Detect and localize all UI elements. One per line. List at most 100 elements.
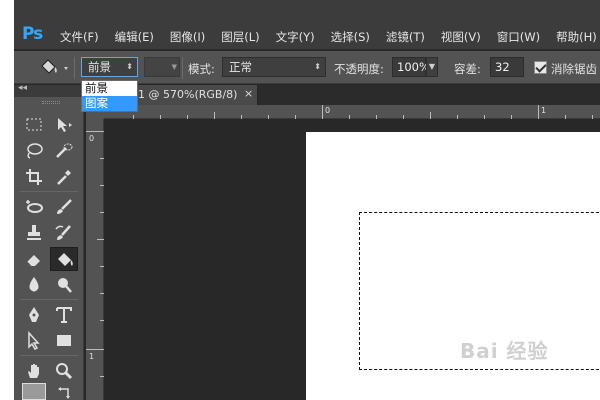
ruler-minor-tick	[133, 115, 134, 119]
tolerance-input[interactable]: 32	[490, 57, 524, 77]
quick-selection-tool[interactable]	[50, 139, 78, 163]
horizontal-ruler[interactable]: 01	[104, 105, 600, 119]
dropdown-item-foreground[interactable]: 前景	[82, 81, 137, 96]
ruler-major-tick	[86, 349, 104, 350]
ruler-minor-tick	[511, 115, 512, 119]
ruler-minor-tick	[376, 115, 377, 119]
eyedropper-icon	[57, 170, 71, 185]
ruler-minor-tick	[100, 185, 104, 186]
collapse-icon[interactable]: ◂◂	[18, 83, 27, 93]
menu-window[interactable]: 窗口(W)	[497, 29, 540, 45]
ruler-minor-tick	[100, 376, 104, 377]
move-icon	[58, 118, 72, 132]
zoom-tool[interactable]	[50, 359, 78, 383]
paint-bucket-tool[interactable]	[50, 247, 78, 271]
dodge-icon	[58, 278, 72, 293]
ruler-major-tick	[86, 131, 104, 132]
antialias-label: 消除锯齿	[551, 62, 597, 76]
menu-bar: Ps 文件(F) 编辑(E) 图像(I) 图层(L) 文字(Y) 选择(S) 滤…	[14, 0, 600, 50]
dropdown-item-pattern[interactable]: 图案	[82, 96, 137, 111]
ruler-minor-tick	[403, 115, 404, 119]
antialias-checkbox[interactable]	[534, 61, 547, 74]
menu-filter[interactable]: 滤镜(T)	[386, 29, 425, 45]
ps-logo: Ps	[22, 24, 43, 44]
ruler-minor-tick	[100, 158, 104, 159]
crop-tool[interactable]	[20, 165, 48, 189]
foreground-color-swatch[interactable]	[22, 383, 46, 400]
ruler-minor-tick	[97, 239, 104, 240]
ruler-minor-tick	[100, 293, 104, 294]
photoshop-window: Ps 文件(F) 编辑(E) 图像(I) 图层(L) 文字(Y) 选择(S) 滤…	[14, 0, 600, 400]
eraser-icon	[26, 255, 40, 267]
mode-select[interactable]: 正常 ⬍	[222, 57, 326, 77]
toolbox	[14, 97, 84, 400]
opacity-label: 不透明度:	[334, 62, 384, 76]
document-tab-bar: 1 @ 570%(RGB/8) ×	[86, 85, 600, 105]
menu-type[interactable]: 文字(Y)	[276, 29, 315, 45]
document-tab-title: 1 @ 570%(RGB/8)	[138, 88, 238, 101]
quick-selection-icon	[56, 143, 73, 158]
toolbox-grip[interactable]	[42, 101, 60, 104]
rectangle-tool[interactable]	[50, 329, 78, 353]
fill-source-select[interactable]: 前景 ⬍	[81, 57, 138, 77]
type-icon	[56, 307, 72, 323]
pen-icon	[29, 307, 39, 322]
hand-tool[interactable]	[20, 359, 48, 383]
marquee-tool[interactable]	[20, 113, 48, 137]
ruler-minor-tick	[349, 115, 350, 119]
menu-help[interactable]: 帮助(H)	[556, 29, 597, 45]
swap-colors-button[interactable]	[52, 383, 80, 400]
dodge-tool[interactable]	[50, 273, 78, 297]
fill-source-value: 前景	[88, 60, 111, 74]
clone-stamp-tool[interactable]	[20, 221, 48, 245]
blur-tool[interactable]	[20, 273, 48, 297]
ruler-minor-tick	[592, 115, 593, 119]
vertical-ruler[interactable]: 01	[86, 119, 104, 400]
menu-layer[interactable]: 图层(L)	[221, 29, 259, 45]
tool-preset-picker[interactable]	[36, 57, 74, 79]
pen-tool[interactable]	[20, 303, 48, 327]
ruler-label: 1	[89, 352, 95, 361]
menu-select[interactable]: 选择(S)	[331, 29, 370, 45]
watermark-text: Bai 经验	[460, 339, 549, 363]
toolbox-header[interactable]: ◂◂	[14, 83, 84, 97]
ruler-minor-tick	[484, 115, 485, 119]
ruler-minor-tick	[100, 212, 104, 213]
pattern-swatch[interactable]: ▼	[144, 57, 180, 77]
move-tool[interactable]	[50, 113, 78, 137]
toolbox-separator	[20, 191, 78, 192]
menu-edit[interactable]: 编辑(E)	[115, 29, 154, 45]
close-icon[interactable]: ×	[244, 87, 253, 100]
ruler-minor-tick	[100, 320, 104, 321]
lasso-tool[interactable]	[20, 139, 48, 163]
ruler-major-tick	[322, 105, 323, 119]
ruler-minor-tick	[214, 112, 215, 119]
opacity-input[interactable]: 100%	[392, 57, 430, 77]
brush-tool[interactable]	[50, 195, 78, 219]
ruler-major-tick	[538, 105, 539, 119]
hand-icon	[28, 364, 39, 378]
ruler-minor-tick	[565, 115, 566, 119]
opacity-dropdown-button[interactable]: ▼	[426, 57, 438, 77]
history-brush-tool[interactable]	[50, 221, 78, 245]
type-tool[interactable]	[50, 303, 78, 327]
menu-view[interactable]: 视图(V)	[441, 29, 481, 45]
spot-healing-tool[interactable]	[20, 195, 48, 219]
marquee-icon	[26, 118, 42, 131]
path-selection-tool[interactable]	[20, 329, 48, 353]
chevron-down-icon: ▼	[428, 62, 435, 71]
toolbox-separator	[20, 355, 78, 356]
chevron-down-icon: ▼	[171, 63, 177, 71]
ruler-minor-tick	[268, 115, 269, 119]
blur-icon	[29, 277, 39, 292]
menu-file[interactable]: 文件(F)	[60, 29, 99, 45]
mode-label: 模式:	[188, 62, 215, 76]
ruler-minor-tick	[100, 266, 104, 267]
toolbox-separator	[20, 299, 78, 300]
menu-image[interactable]: 图像(I)	[170, 29, 205, 45]
tolerance-label: 容差:	[454, 62, 481, 76]
updown-arrow-icon: ⬍	[126, 62, 133, 71]
ruler-minor-tick	[457, 115, 458, 119]
eyedropper-tool[interactable]	[50, 165, 78, 189]
eraser-tool[interactable]	[20, 247, 48, 271]
